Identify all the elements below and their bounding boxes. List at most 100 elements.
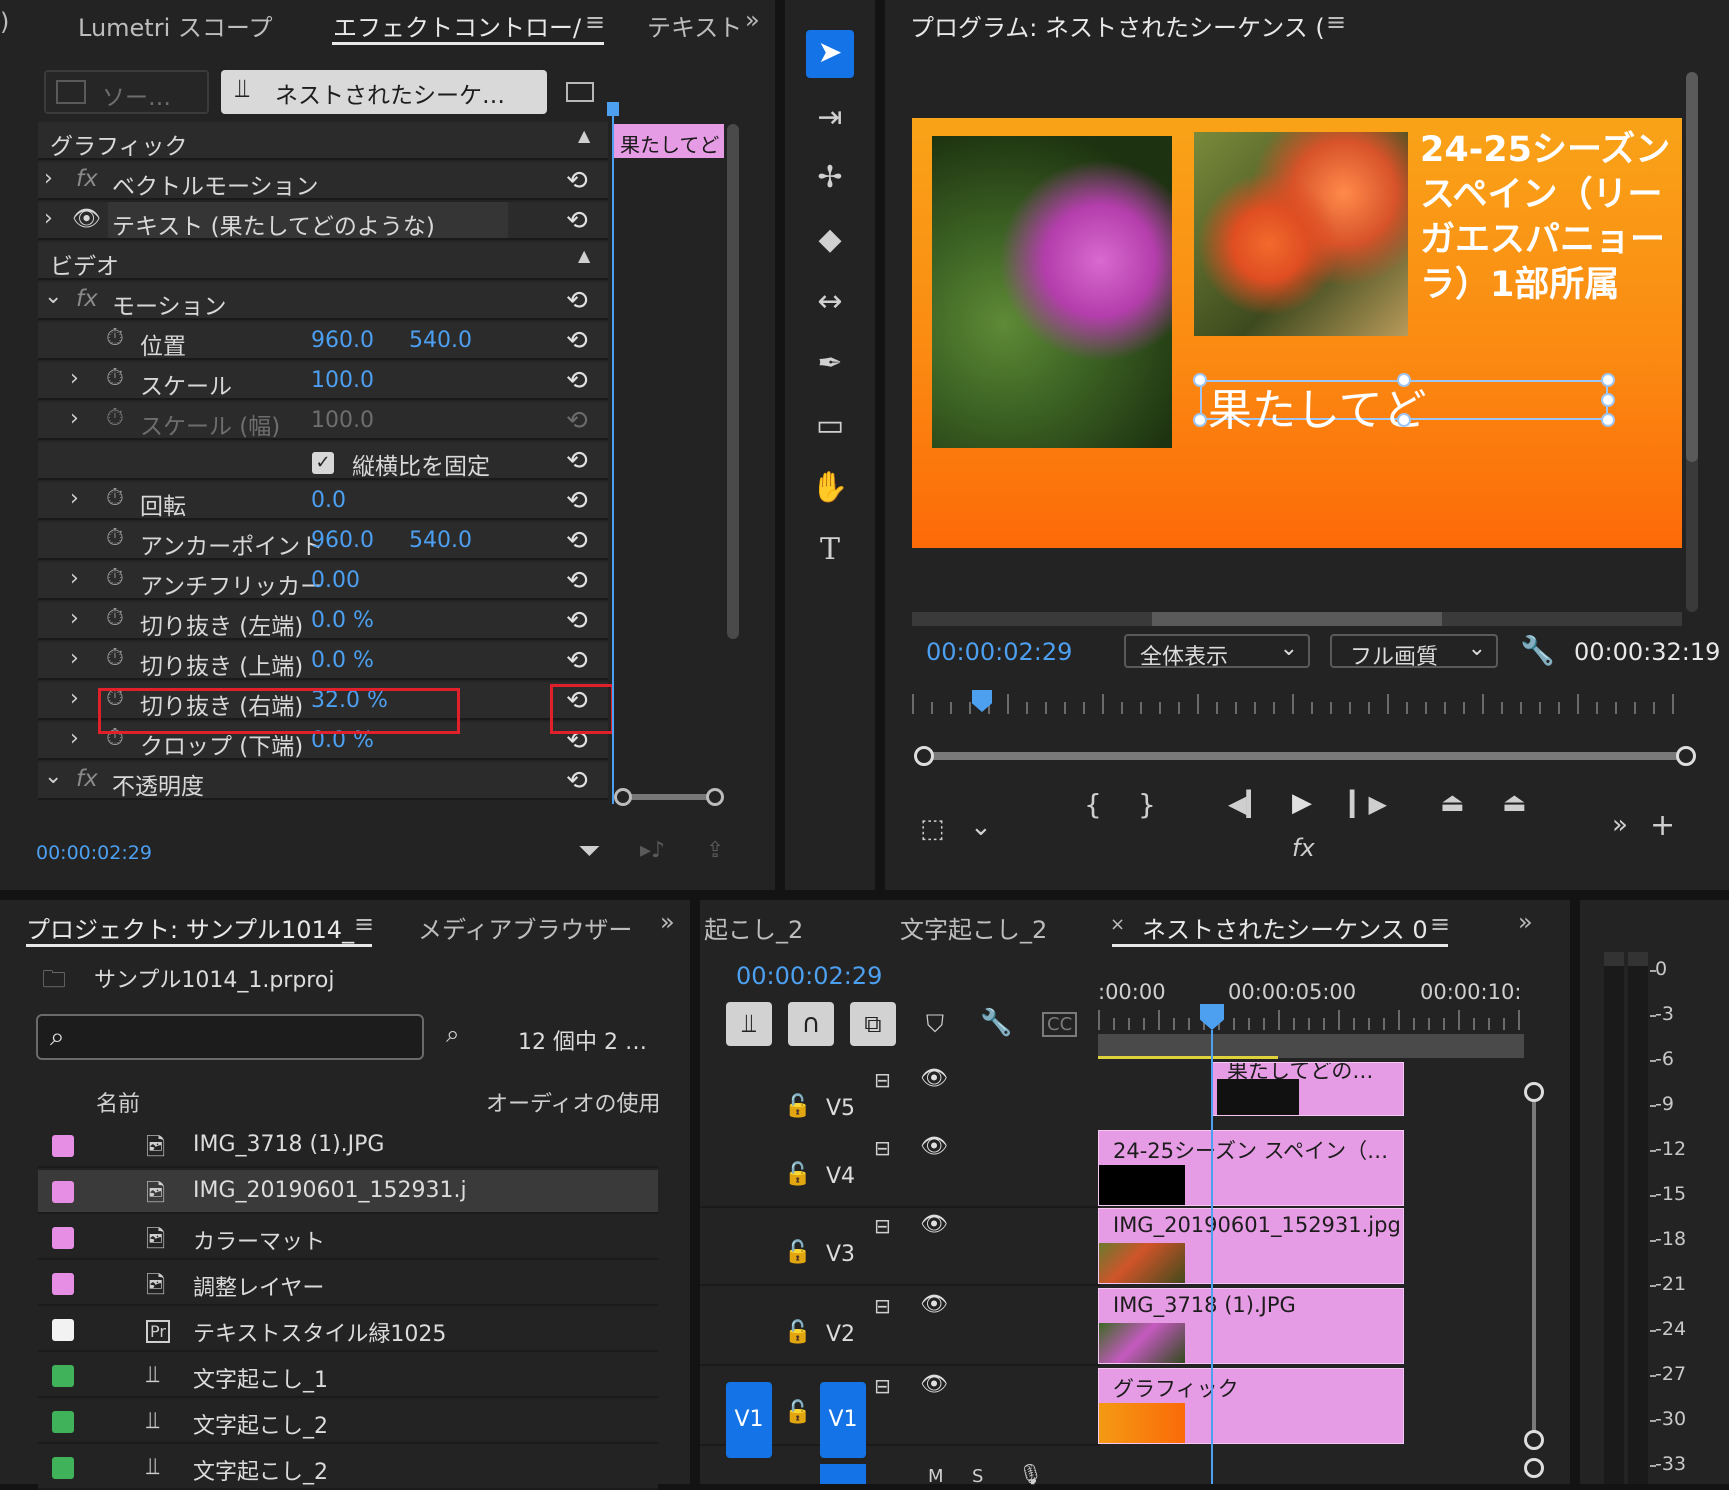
- reset-parameter-icon[interactable]: ⟲: [566, 286, 588, 316]
- hscroll-handle-left[interactable]: [614, 788, 632, 806]
- tab-nested-sequence[interactable]: ネストされたシーケンス 0: [1142, 910, 1428, 945]
- bbox-handle[interactable]: [1193, 373, 1207, 387]
- quality-dropdown[interactable]: フル画質 ⌄: [1330, 634, 1498, 670]
- lift-icon[interactable]: ⏏: [1440, 788, 1465, 818]
- effect-playhead-handle[interactable]: [607, 102, 619, 116]
- tab-effect-controls[interactable]: エフェクトコントロー/: [333, 8, 581, 43]
- nest-toggle-icon[interactable]: ⫫: [726, 1002, 772, 1046]
- zoom-scrollbar[interactable]: [924, 752, 1686, 760]
- fit-dropdown[interactable]: 全体表示 ⌄: [1124, 634, 1310, 670]
- track-visibility-icon[interactable]: 👁: [920, 1212, 948, 1237]
- sequence-tab[interactable]: ⫫ ネストされたシーケ…: [221, 70, 547, 114]
- rotation-value[interactable]: 0.0: [311, 488, 346, 513]
- reset-parameter-icon[interactable]: ⟲: [566, 646, 588, 676]
- expand-chevron-icon[interactable]: ›: [70, 646, 79, 671]
- bbox-handle[interactable]: [1397, 373, 1411, 387]
- tab-transcript-2a[interactable]: 起こし_2: [704, 910, 803, 945]
- track-header-v5[interactable]: [700, 1062, 1100, 1140]
- anti-flicker-value[interactable]: 0.00: [311, 568, 360, 593]
- razor-tool-icon[interactable]: ◆: [800, 214, 860, 264]
- timeline-clip[interactable]: IMG_3718 (1).JPG: [1098, 1288, 1404, 1364]
- collapse-chevron-icon[interactable]: ⌄: [44, 764, 62, 789]
- close-icon[interactable]: ×: [1110, 914, 1125, 935]
- project-list-item[interactable]: Pr テキストスタイル緑1025: [38, 1308, 658, 1352]
- timeline-clip[interactable]: グラフィック: [1098, 1368, 1404, 1444]
- timeline-ruler[interactable]: [1098, 1010, 1524, 1030]
- track-label[interactable]: V3: [826, 1242, 855, 1267]
- fx-icon[interactable]: fx: [1292, 834, 1315, 862]
- rectangle-tool-icon[interactable]: ▭: [800, 400, 860, 450]
- tab-transcript-2b[interactable]: 文字起こし_2: [900, 910, 1047, 945]
- program-monitor-title[interactable]: プログラム: ネストされたシーケンス (: [910, 8, 1325, 43]
- track-label[interactable]: V2: [826, 1322, 855, 1347]
- stopwatch-icon[interactable]: ⏱: [106, 485, 124, 511]
- expand-chevron-icon[interactable]: ›: [70, 606, 79, 631]
- anchor-y-value[interactable]: 540.0: [409, 528, 472, 553]
- add-marker-icon[interactable]: ⛉: [926, 1010, 944, 1038]
- stopwatch-icon[interactable]: ⏱: [106, 645, 124, 671]
- hand-tool-icon[interactable]: ✋: [800, 462, 860, 512]
- more-controls-icon[interactable]: »: [1612, 810, 1628, 840]
- tab-media-browser[interactable]: メディアブラウザー: [418, 910, 632, 945]
- collapse-chevron-icon[interactable]: ⌄: [44, 284, 62, 309]
- work-area-bar[interactable]: [1098, 1034, 1524, 1058]
- program-vscroll-thumb[interactable]: [1686, 72, 1698, 462]
- selection-tool-icon[interactable]: ➤: [806, 30, 854, 78]
- reset-parameter-icon[interactable]: ⟲: [566, 206, 588, 236]
- bbox-handle[interactable]: [1193, 413, 1207, 427]
- toggle-timeline-icon[interactable]: [566, 82, 594, 102]
- safe-margins-icon[interactable]: ⬚: [920, 814, 945, 844]
- track-select-tool-icon[interactable]: ⇥: [800, 92, 860, 142]
- reset-parameter-icon[interactable]: ⟲: [566, 446, 588, 476]
- stopwatch-icon[interactable]: ⏱: [106, 525, 124, 551]
- stopwatch-icon[interactable]: ⏱: [106, 365, 124, 391]
- timeline-clip[interactable]: 24-25シーズン スペイン（…: [1098, 1130, 1404, 1206]
- reset-parameter-icon[interactable]: ⟲: [566, 486, 588, 516]
- sync-lock-icon[interactable]: ⊟: [874, 1214, 891, 1238]
- crop-left-value[interactable]: 0.0 %: [311, 608, 374, 633]
- project-search-input[interactable]: ⌕: [36, 1014, 424, 1060]
- label-color-swatch[interactable]: [52, 1135, 74, 1157]
- bbox-handle[interactable]: [1601, 373, 1615, 387]
- slip-tool-icon[interactable]: ↔: [800, 276, 860, 326]
- source-patch-v1[interactable]: V1: [726, 1382, 772, 1458]
- program-hscroll-thumb[interactable]: [1152, 612, 1442, 626]
- add-button-icon[interactable]: +: [1650, 808, 1675, 843]
- mark-out-icon[interactable]: }: [1138, 788, 1156, 821]
- wrench-settings-icon[interactable]: 🔧: [980, 1008, 1012, 1038]
- linked-selection-icon[interactable]: ⧉: [850, 1002, 896, 1046]
- effect-vscroll[interactable]: [727, 124, 739, 639]
- panel-menu-icon[interactable]: ≡: [1430, 910, 1450, 938]
- tab-lumetri-scopes[interactable]: Lumetri スコープ: [78, 8, 272, 43]
- stopwatch-icon[interactable]: ⏱: [106, 565, 124, 591]
- project-list-item[interactable]: ⫫ 文字起こし_2: [38, 1400, 658, 1444]
- reset-parameter-icon[interactable]: ⟲: [566, 326, 588, 356]
- stopwatch-icon[interactable]: ⏱: [106, 325, 124, 351]
- position-x-value[interactable]: 960.0: [311, 328, 374, 353]
- anchor-x-value[interactable]: 960.0: [311, 528, 374, 553]
- zoom-handle-left[interactable]: [914, 746, 934, 766]
- project-list-item[interactable]: 🖻 IMG_20190601_152931.j: [38, 1170, 658, 1214]
- type-tool-icon[interactable]: T: [800, 524, 860, 574]
- track-visibility-icon[interactable]: 👁: [920, 1292, 948, 1317]
- collapse-up-icon[interactable]: ▲: [578, 126, 590, 145]
- track-lock-icon[interactable]: 🔓: [784, 1094, 811, 1119]
- track-lock-icon[interactable]: 🔓: [784, 1240, 811, 1265]
- program-ruler[interactable]: [912, 690, 1697, 720]
- effect-clip-bar[interactable]: 果たしてど: [614, 124, 724, 158]
- project-list-item[interactable]: 🖻 調整レイヤー: [38, 1262, 658, 1306]
- vector-motion-row[interactable]: › fx ベクトルモーション: [38, 162, 608, 200]
- find-icon[interactable]: ⌕: [446, 1020, 459, 1048]
- reset-parameter-icon[interactable]: ⟲: [566, 566, 588, 596]
- label-color-swatch[interactable]: [52, 1319, 74, 1341]
- effect-playhead[interactable]: [612, 104, 614, 804]
- vscroll-handle-bottom[interactable]: [1524, 1430, 1544, 1450]
- fx-icon[interactable]: fx: [76, 166, 98, 192]
- expand-chevron-icon[interactable]: ›: [70, 686, 79, 711]
- reset-parameter-icon[interactable]: ⟲: [566, 606, 588, 636]
- track-header-v4[interactable]: [700, 1130, 1100, 1208]
- label-color-swatch[interactable]: [52, 1457, 74, 1479]
- track-visibility-icon[interactable]: 👁: [920, 1134, 948, 1159]
- label-color-swatch[interactable]: [52, 1273, 74, 1295]
- track-visibility-icon[interactable]: 👁: [920, 1066, 948, 1091]
